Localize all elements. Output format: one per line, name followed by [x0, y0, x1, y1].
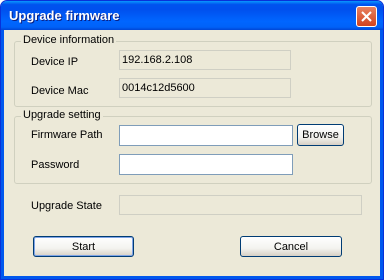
cancel-button[interactable]: Cancel	[240, 236, 342, 257]
start-button[interactable]: Start	[33, 236, 134, 257]
upgrade-state-field	[119, 195, 362, 215]
firmware-path-label: Firmware Path	[31, 129, 103, 141]
firmware-path-input[interactable]	[119, 125, 293, 146]
close-icon	[361, 11, 372, 22]
device-information-label: Device information	[21, 34, 117, 46]
device-ip-field: 192.168.2.108	[119, 50, 291, 70]
window-title: Upgrade firmware	[9, 8, 120, 23]
device-mac-field: 0014c12d5600	[119, 78, 291, 98]
device-mac-label: Device Mac	[31, 85, 89, 97]
upgrade-setting-label: Upgrade setting	[21, 109, 103, 121]
browse-button[interactable]: Browse	[297, 124, 344, 146]
device-ip-label: Device IP	[31, 56, 79, 68]
dialog-body: Device information Device IP 192.168.2.1…	[5, 30, 379, 275]
upgrade-firmware-dialog: Upgrade firmware Device information Devi…	[0, 0, 384, 280]
password-input[interactable]	[119, 154, 293, 175]
title-bar[interactable]: Upgrade firmware	[1, 1, 383, 30]
close-button[interactable]	[356, 6, 377, 27]
upgrade-state-label: Upgrade State	[31, 200, 102, 212]
password-label: Password	[31, 159, 80, 171]
